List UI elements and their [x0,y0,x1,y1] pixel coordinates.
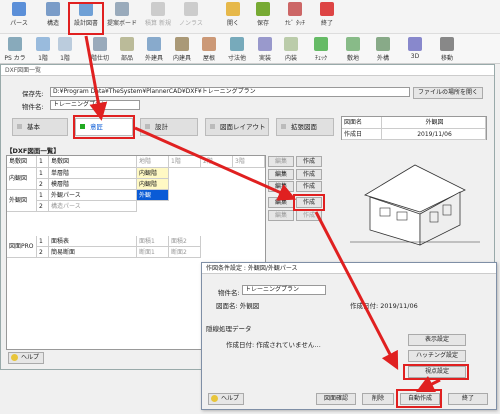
annotation-arrows [84,35,441,393]
